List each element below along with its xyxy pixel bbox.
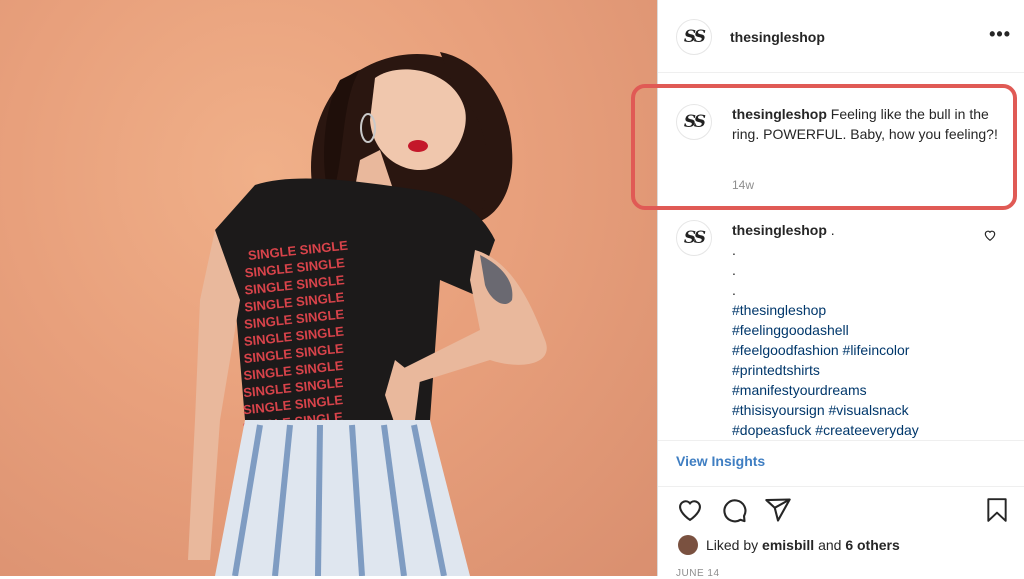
- profile-avatar[interactable]: SS: [676, 19, 712, 55]
- hashtag-line[interactable]: #dopeasfuck #createeveryday: [732, 420, 992, 440]
- liked-others-link[interactable]: 6 others: [845, 537, 899, 553]
- hashtag-line[interactable]: #feelinggoodashell: [732, 320, 992, 340]
- likes-summary: Liked by emisbill and 6 others: [678, 535, 900, 555]
- comment-avatar[interactable]: SS: [676, 220, 712, 256]
- hashtag-line[interactable]: #manifestyourdreams: [732, 380, 992, 400]
- share-icon[interactable]: [764, 496, 792, 524]
- comment-username[interactable]: thesingleshop: [732, 222, 827, 238]
- comment-dot: .: [732, 282, 736, 298]
- view-insights-link[interactable]: View Insights: [676, 453, 765, 469]
- comment-dot: .: [732, 242, 736, 258]
- liked-prefix: Liked by: [706, 537, 763, 553]
- hashtag-line[interactable]: #thesingleshop: [732, 300, 992, 320]
- comment-dot: .: [732, 262, 736, 278]
- comment-text: .: [826, 222, 835, 238]
- divider: [658, 486, 1024, 487]
- header-username[interactable]: thesingleshop: [730, 29, 825, 45]
- action-bar: [658, 496, 1024, 532]
- post-date: JUNE 14: [676, 568, 720, 579]
- liked-mid: and: [814, 537, 846, 553]
- post-header: SS thesingleshop •••: [658, 0, 1024, 73]
- post-photo[interactable]: SINGLE SINGLE SINGLE SINGLE SINGLE SINGL…: [0, 0, 657, 576]
- photo-illustration: SINGLE SINGLE SINGLE SINGLE SINGLE SINGL…: [188, 52, 547, 576]
- comment-icon[interactable]: [720, 496, 748, 524]
- liked-user-link[interactable]: emisbill: [762, 537, 814, 553]
- hashtag-line[interactable]: #thisisyoursign #visualsnack: [732, 400, 992, 420]
- hashtag-line[interactable]: #feelgoodfashion #lifeincolor: [732, 340, 992, 360]
- more-options-icon[interactable]: •••: [989, 24, 1011, 45]
- caption-highlight-box: [631, 84, 1017, 210]
- hashtag-line[interactable]: #printedtshirts: [732, 360, 992, 380]
- save-icon[interactable]: [984, 496, 1010, 524]
- comment-body: thesingleshop . . . . #thesingleshop #fe…: [732, 220, 992, 440]
- like-icon[interactable]: [676, 496, 704, 524]
- comment-like-icon[interactable]: [983, 228, 997, 242]
- liker-avatar[interactable]: [678, 535, 698, 555]
- divider: [658, 440, 1024, 441]
